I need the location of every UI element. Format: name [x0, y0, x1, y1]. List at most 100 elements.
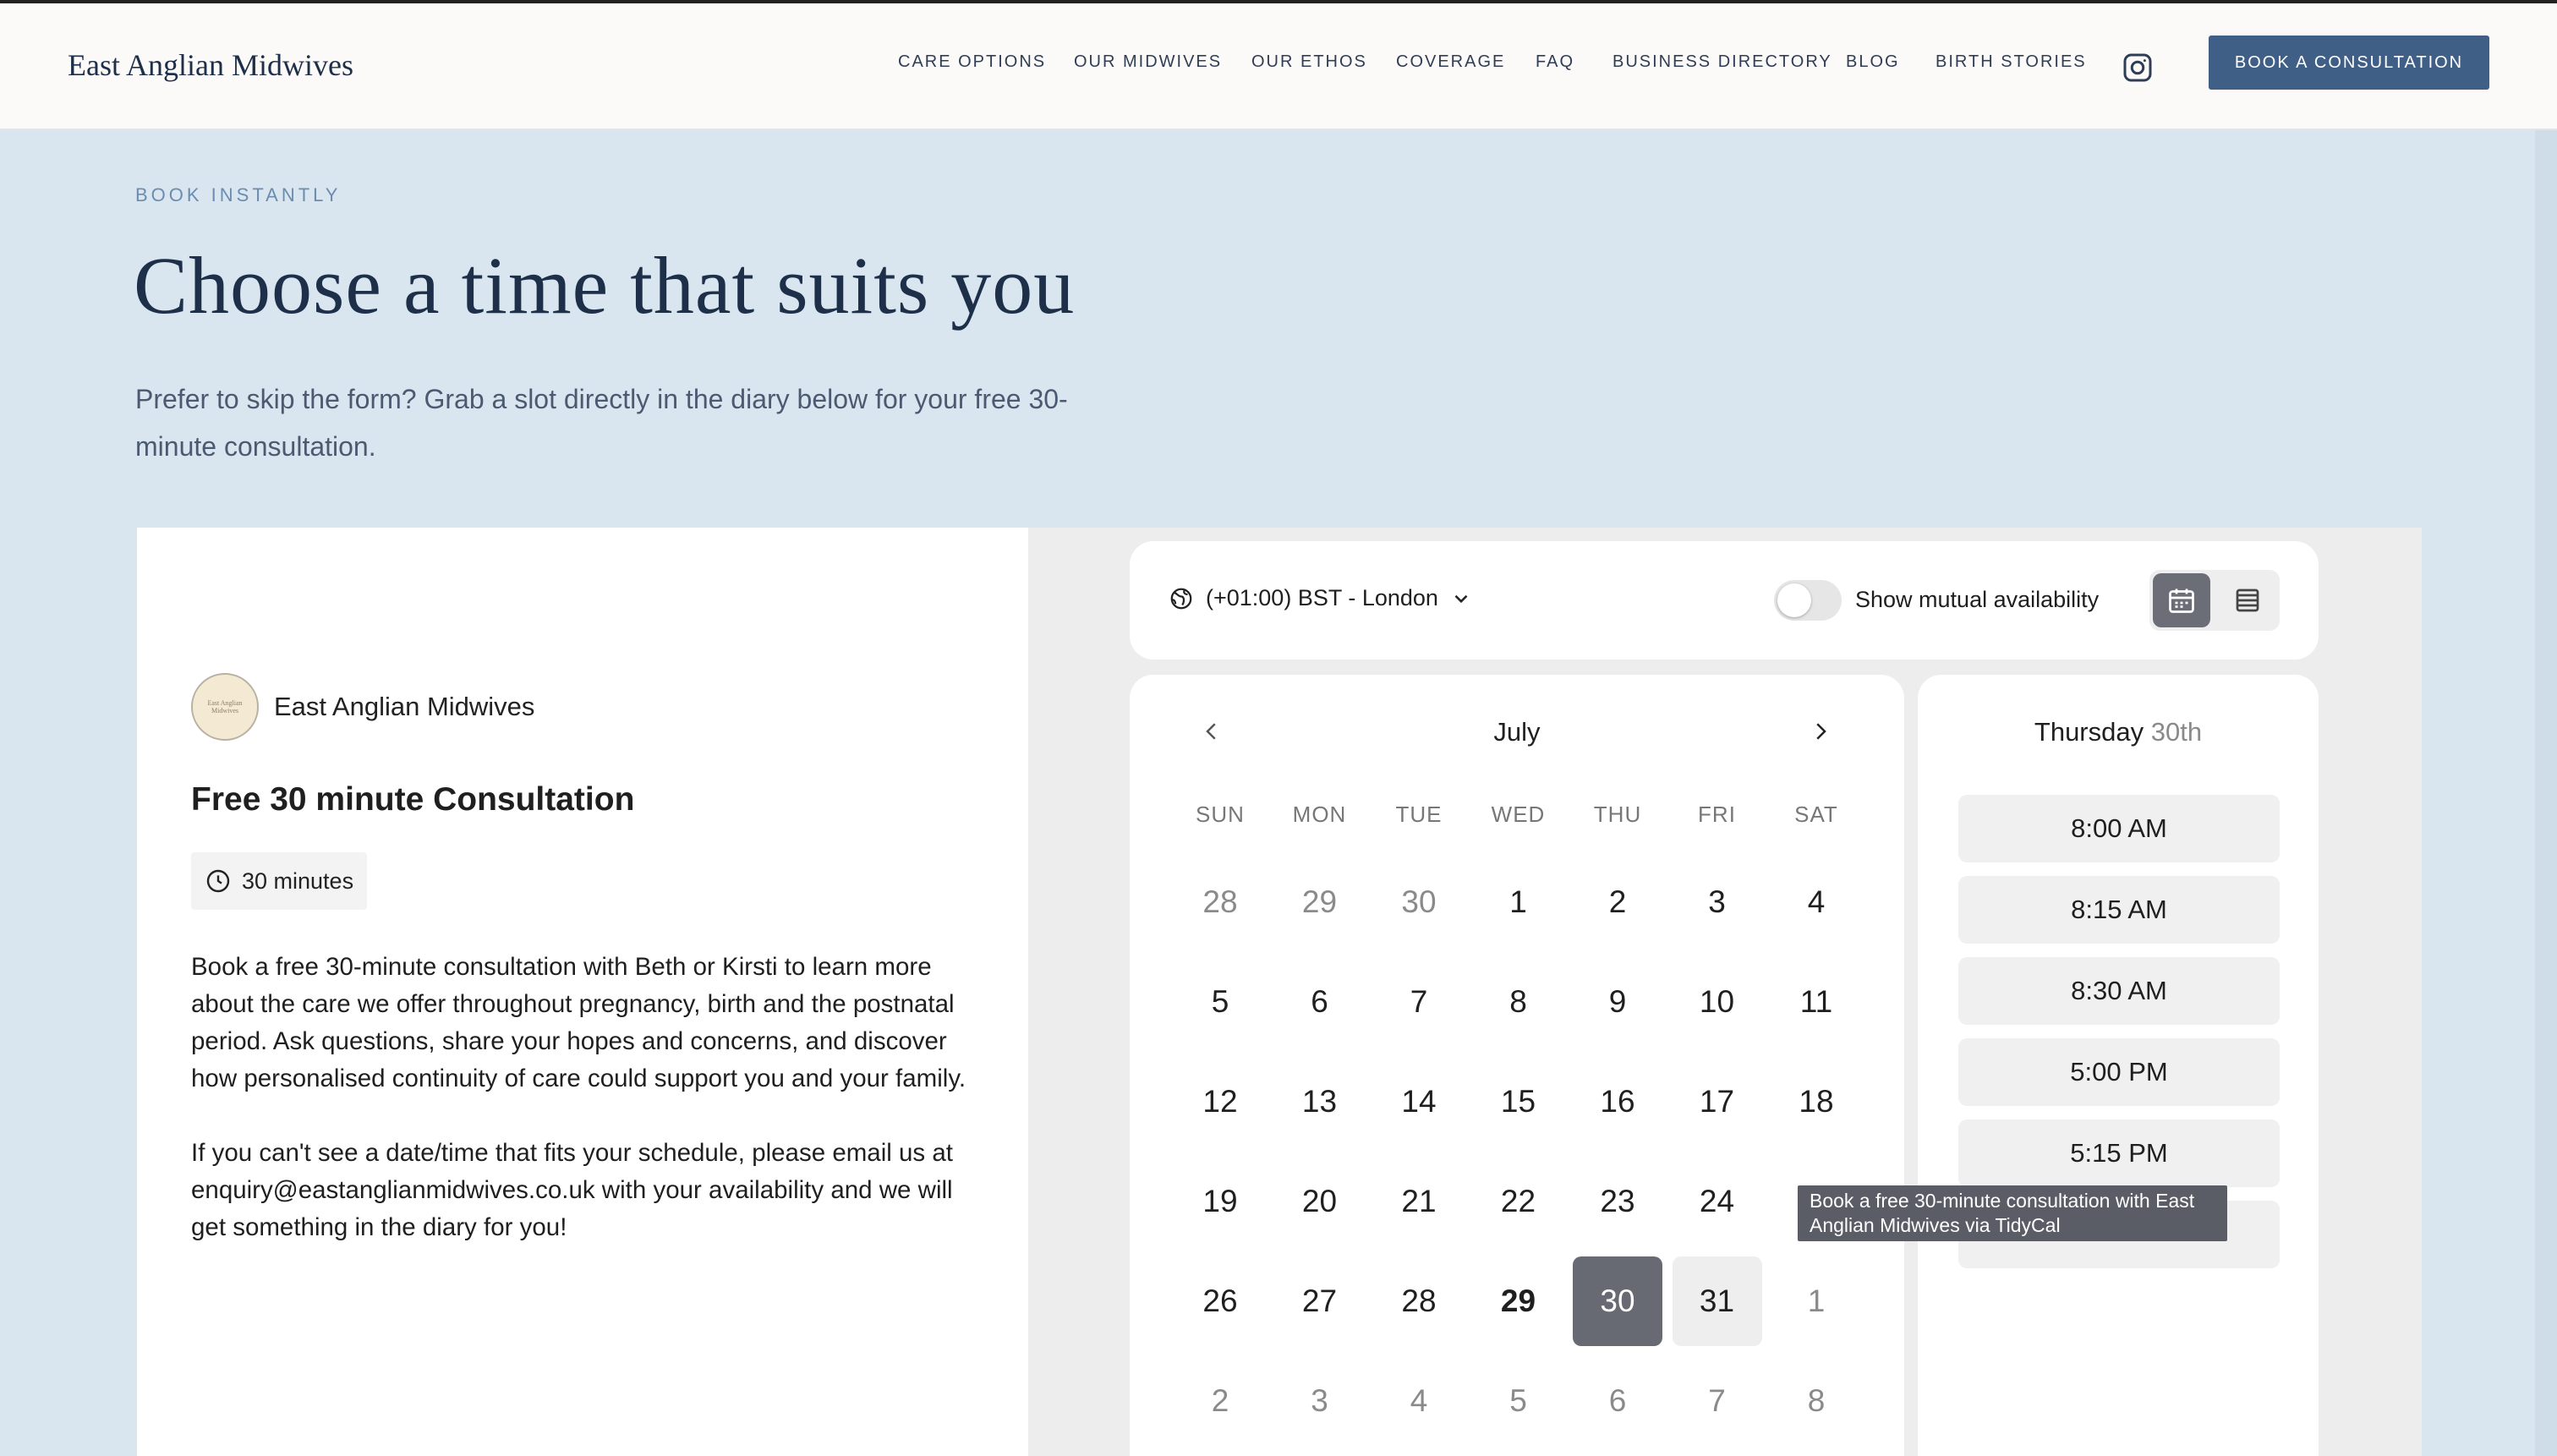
calendar-day[interactable]: 26	[1175, 1256, 1265, 1346]
month-label: July	[1493, 717, 1541, 747]
instagram-icon[interactable]	[2122, 52, 2153, 83]
calendar-day[interactable]: 6	[1275, 957, 1365, 1047]
description-paragraph-1: Book a free 30-minute consultation with …	[191, 953, 966, 1092]
calendar-view-button[interactable]	[2153, 573, 2210, 627]
calendar-day: 30	[1401, 884, 1437, 919]
calendar-day: 2	[1211, 1383, 1229, 1418]
time-slots-panel: Thursday 30th 8:00 AM 8:15 AM 8:30 AM 5:00 …	[1918, 675, 2319, 1456]
selected-date-heading: Thursday 30th	[1918, 717, 2319, 747]
chevron-down-icon	[1454, 594, 1468, 603]
avatar-text-line-1: East Anglian	[207, 699, 243, 707]
calendar-day[interactable]: 16	[1573, 1057, 1662, 1147]
site-logo[interactable]: East Anglian Midwives	[68, 47, 353, 83]
calendar-icon	[2169, 588, 2194, 613]
nav-our-midwives[interactable]: OUR MIDWIVES	[1074, 52, 1222, 72]
duration-badge: 30 minutes	[191, 852, 368, 910]
page-title: Choose a time that suits you	[134, 240, 1076, 331]
weekday-label: SUN	[1196, 802, 1245, 827]
description-paragraph-2: If you can't see a date/time that fits y…	[191, 1139, 953, 1241]
calendar-day[interactable]: 1	[1474, 857, 1563, 947]
calendar-day[interactable]: 12	[1175, 1057, 1265, 1147]
calendar-day: 28	[1202, 884, 1238, 919]
weekday-label: MON	[1292, 802, 1347, 827]
calendar-day: 8	[1807, 1383, 1826, 1418]
weekday-label: TUE	[1395, 802, 1443, 827]
scheduler-toolbar: (+01:00) BST - London Show mutual availa…	[1130, 541, 2319, 660]
calendar-day: 29	[1301, 884, 1338, 919]
nav-care-options[interactable]: CARE OPTIONS	[898, 52, 1046, 72]
calendar-day[interactable]: 29	[1474, 1256, 1563, 1346]
calendar-day: 6	[1608, 1383, 1627, 1418]
calendar-day[interactable]: 8	[1474, 957, 1563, 1047]
time-slot-button[interactable]: 5:00 PM	[1958, 1038, 2280, 1106]
calendar-day[interactable]: 18	[1771, 1057, 1861, 1147]
calendar-day[interactable]: 2	[1573, 857, 1662, 947]
calendar-day[interactable]: 23	[1573, 1157, 1662, 1246]
calendar-day[interactable]: 28	[1374, 1256, 1464, 1346]
timezone-select[interactable]: (+01:00) BST - London	[1169, 585, 1472, 611]
calendar-day[interactable]: 19	[1175, 1157, 1265, 1246]
globe-icon	[1170, 588, 1192, 609]
calendar-day[interactable]: 14	[1374, 1057, 1464, 1147]
calendar-day[interactable]: 5	[1175, 957, 1265, 1047]
list-view-button[interactable]	[2219, 573, 2276, 627]
weekday-label: SAT	[1794, 802, 1838, 827]
calendar-day: 5	[1509, 1383, 1527, 1418]
time-slot-button[interactable]: 8:15 AM	[1958, 876, 2280, 944]
hero-subtitle: Prefer to skip the form? Grab a slot dir…	[135, 384, 1068, 462]
book-consultation-button[interactable]: BOOK A CONSULTATION	[2209, 36, 2489, 90]
calendar-day[interactable]: 3	[1673, 857, 1762, 947]
mutual-availability-label: Show mutual availability	[1855, 587, 2100, 612]
calendar-day[interactable]: 21	[1374, 1157, 1464, 1246]
toggle-knob	[1777, 583, 1811, 617]
list-icon	[2236, 588, 2259, 612]
calendar-day[interactable]: 17	[1673, 1057, 1762, 1147]
calendar-day[interactable]: 7	[1374, 957, 1464, 1047]
selected-weekday: Thursday	[2034, 717, 2144, 747]
calendar-day: 7	[1708, 1383, 1726, 1418]
calendar-day: 1	[1807, 1284, 1826, 1318]
calendar-day[interactable]: 22	[1474, 1157, 1563, 1246]
selected-date: 30th	[2150, 717, 2203, 747]
calendar-panel: July SUN MON TUE WED THU FRI SAT 28 29 30 1 2 3 4 5 6 7…	[1130, 675, 1904, 1456]
calendar-day[interactable]: 15	[1474, 1057, 1563, 1147]
nav-birth-stories[interactable]: BIRTH STORIES	[1936, 52, 2087, 72]
nav-coverage[interactable]: COVERAGE	[1396, 52, 1505, 72]
calendar-day-selected[interactable]: 30	[1573, 1256, 1662, 1346]
calendar-day[interactable]: 11	[1771, 957, 1861, 1047]
calendar-day[interactable]: 4	[1771, 857, 1861, 947]
calendar-day: 4	[1410, 1383, 1428, 1418]
calendar-day[interactable]: 10	[1673, 957, 1762, 1047]
mutual-availability-toggle[interactable]	[1774, 580, 1842, 621]
calendar-day: 3	[1311, 1383, 1328, 1418]
nav-faq[interactable]: FAQ	[1536, 52, 1574, 72]
clock-icon	[206, 869, 230, 893]
calendar-day[interactable]: 13	[1275, 1057, 1365, 1147]
page-edge	[2535, 130, 2557, 1456]
chevron-right-icon[interactable]	[1808, 719, 1833, 744]
event-title: Free 30 minute Consultation	[191, 781, 635, 818]
time-slot-button[interactable]: 5:15 PM	[1958, 1119, 2280, 1187]
timezone-label: (+01:00) BST - London	[1206, 585, 1438, 610]
hero-eyebrow: BOOK INSTANTLY	[135, 184, 342, 205]
time-slot-button[interactable]: 8:30 AM	[1958, 957, 2280, 1025]
weekday-label: THU	[1593, 802, 1642, 827]
tooltip: Book a free 30-minute consultation with …	[1798, 1185, 2227, 1241]
calendar-day[interactable]: 31	[1672, 1256, 1762, 1346]
weekday-label: WED	[1491, 802, 1546, 827]
nav-blog[interactable]: BLOG	[1846, 52, 1900, 72]
site-header: East Anglian Midwives CARE OPTIONS OUR M…	[0, 3, 2557, 130]
calendar-day[interactable]: 20	[1275, 1157, 1365, 1246]
calendar-day[interactable]: 9	[1573, 957, 1662, 1047]
organizer-avatar: East Anglian Midwives	[191, 673, 259, 741]
avatar-text-line-2: Midwives	[211, 707, 238, 714]
nav-business-directory[interactable]: BUSINESS DIRECTORY	[1612, 52, 1832, 72]
calendar-day[interactable]: 27	[1275, 1256, 1365, 1346]
time-slot-button[interactable]: 8:00 AM	[1958, 795, 2280, 862]
nav-our-ethos[interactable]: OUR ETHOS	[1251, 52, 1367, 72]
calendar-day[interactable]: 24	[1673, 1157, 1762, 1246]
event-description: Book a free 30-minute consultation with …	[191, 949, 969, 1284]
organizer-name: East Anglian Midwives	[274, 692, 535, 721]
view-switcher	[2149, 570, 2280, 631]
duration-label: 30 minutes	[242, 868, 354, 894]
